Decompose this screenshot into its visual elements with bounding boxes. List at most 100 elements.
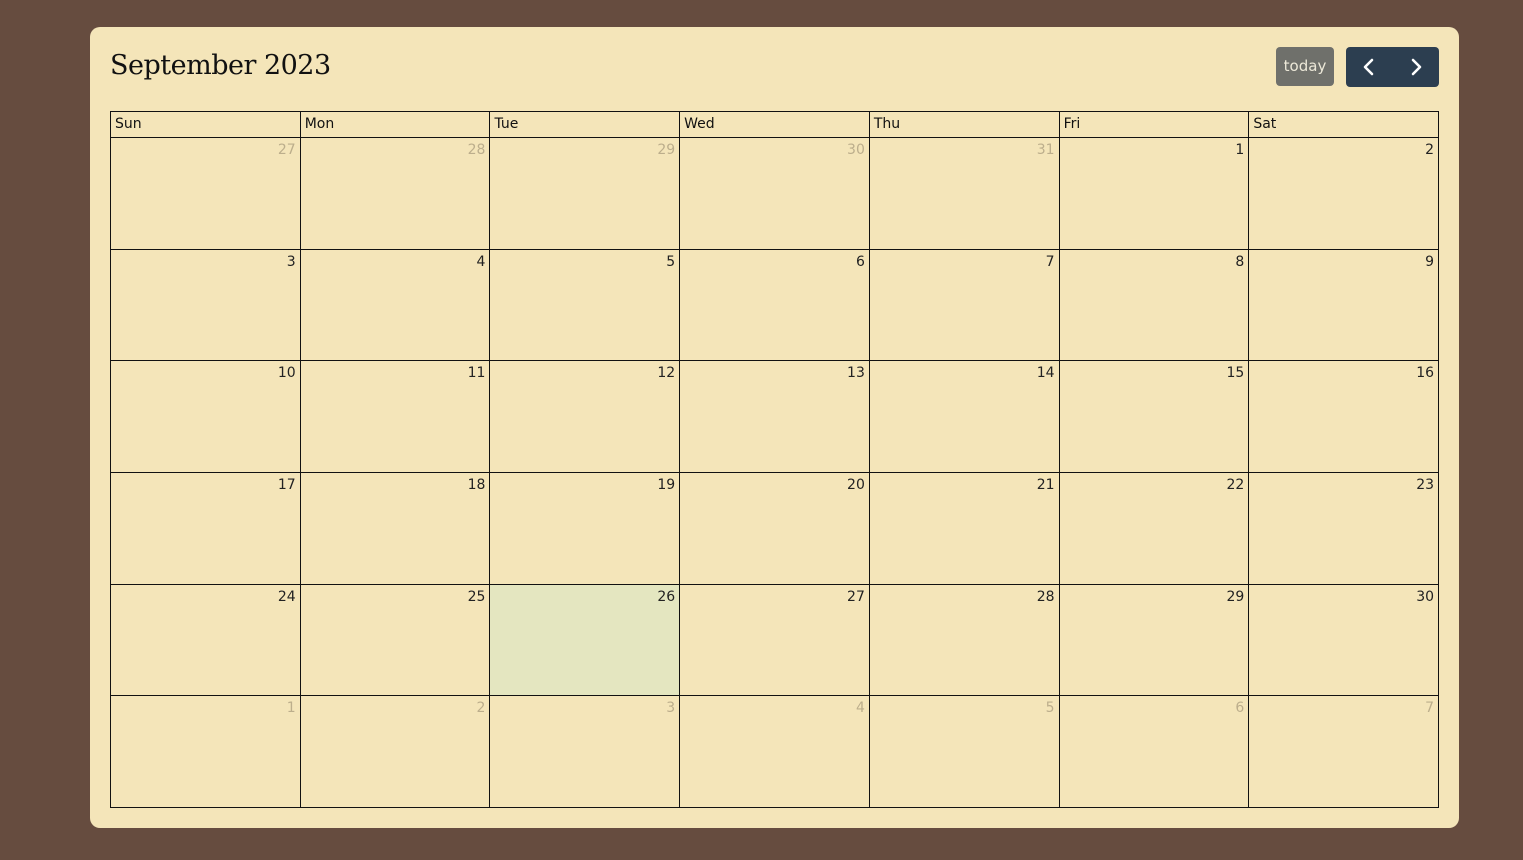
day-cell[interactable]: 7 [870, 249, 1060, 361]
day-number[interactable]: 17 [278, 477, 296, 493]
day-number[interactable]: 7 [1425, 700, 1434, 716]
day-cell[interactable]: 16 [1249, 361, 1438, 472]
day-number[interactable]: 30 [1416, 589, 1434, 605]
day-cell[interactable]: 9 [1249, 250, 1438, 361]
chevron-left-icon [1363, 58, 1374, 76]
day-number[interactable]: 1 [1235, 142, 1244, 158]
day-cell[interactable]: 28 [870, 584, 1060, 696]
day-cell[interactable]: 3 [490, 696, 681, 808]
week-row: 3 4 5 6 7 8 9 [111, 249, 1438, 362]
prev-month-button[interactable] [1346, 47, 1393, 87]
day-cell[interactable]: 8 [1060, 249, 1250, 361]
day-cell[interactable]: 10 [111, 361, 301, 473]
day-number[interactable]: 5 [666, 254, 675, 270]
day-cell[interactable]: 18 [301, 473, 491, 584]
weekday-header-row: Sun Mon Tue Wed Thu Fri Sat [111, 112, 1438, 138]
day-number[interactable]: 11 [468, 365, 486, 381]
day-cell[interactable]: 13 [680, 361, 870, 473]
day-number[interactable]: 10 [278, 365, 296, 381]
day-cell[interactable]: 28 [301, 138, 491, 249]
day-cell[interactable]: 2 [301, 696, 491, 808]
day-number[interactable]: 26 [657, 589, 675, 605]
day-number[interactable]: 7 [1046, 254, 1055, 270]
day-cell[interactable]: 4 [301, 249, 491, 361]
day-number[interactable]: 31 [1037, 142, 1055, 158]
day-cell[interactable]: 17 [111, 473, 301, 584]
week-row: 1 2 3 4 5 6 7 [111, 696, 1438, 808]
day-number[interactable]: 13 [847, 365, 865, 381]
week-row: 27 28 29 30 31 1 2 [111, 138, 1438, 250]
weekday-header: Thu [870, 112, 1060, 137]
day-number[interactable]: 14 [1037, 365, 1055, 381]
today-button[interactable]: today [1276, 47, 1334, 86]
day-cell[interactable]: 1 [1060, 138, 1250, 249]
day-cell[interactable]: 3 [111, 249, 301, 361]
day-number[interactable]: 4 [477, 254, 486, 270]
day-cell[interactable]: 27 [111, 138, 301, 249]
day-cell[interactable]: 7 [1249, 696, 1438, 807]
day-cell[interactable]: 11 [301, 361, 491, 473]
day-number[interactable]: 6 [1235, 700, 1244, 716]
day-number[interactable]: 20 [847, 477, 865, 493]
month-grid: Sun Mon Tue Wed Thu Fri Sat 27 28 29 30 31 1 2… [110, 111, 1439, 808]
day-number[interactable]: 5 [1046, 700, 1055, 716]
day-cell[interactable]: 14 [870, 361, 1060, 473]
day-cell[interactable]: 12 [490, 361, 681, 473]
week-row: 24 25 26 27 28 29 30 [111, 584, 1438, 697]
day-number[interactable]: 4 [856, 700, 865, 716]
day-number[interactable]: 8 [1235, 254, 1244, 270]
day-number[interactable]: 18 [468, 477, 486, 493]
day-cell[interactable]: 30 [1249, 585, 1438, 696]
day-number[interactable]: 2 [1425, 142, 1434, 158]
day-cell[interactable]: 6 [1060, 696, 1250, 808]
day-number[interactable]: 29 [657, 142, 675, 158]
day-number[interactable]: 28 [1037, 589, 1055, 605]
week-row: 10 11 12 13 14 15 16 [111, 361, 1438, 474]
day-number[interactable]: 30 [847, 142, 865, 158]
day-number[interactable]: 21 [1037, 477, 1055, 493]
day-cell[interactable]: 6 [680, 249, 870, 361]
day-number[interactable]: 12 [657, 365, 675, 381]
day-cell[interactable]: 21 [870, 473, 1060, 584]
day-number[interactable]: 22 [1226, 477, 1244, 493]
day-number[interactable]: 15 [1226, 365, 1244, 381]
day-number[interactable]: 27 [278, 142, 296, 158]
day-number[interactable]: 29 [1226, 589, 1244, 605]
weekday-header: Mon [301, 112, 491, 137]
day-number[interactable]: 28 [468, 142, 486, 158]
day-number[interactable]: 6 [856, 254, 865, 270]
day-number[interactable]: 9 [1425, 254, 1434, 270]
day-cell[interactable]: 1 [111, 696, 301, 808]
day-number[interactable]: 2 [477, 700, 486, 716]
day-number[interactable]: 16 [1416, 365, 1434, 381]
day-cell[interactable]: 15 [1060, 361, 1250, 473]
day-cell[interactable]: 27 [680, 584, 870, 696]
day-cell[interactable]: 30 [680, 138, 870, 249]
day-cell[interactable]: 24 [111, 584, 301, 696]
day-cell[interactable]: 29 [1060, 584, 1250, 696]
day-cell[interactable]: 5 [870, 696, 1060, 808]
day-cell[interactable]: 22 [1060, 473, 1250, 584]
day-cell[interactable]: 25 [301, 584, 491, 696]
day-cell[interactable]: 20 [680, 473, 870, 584]
day-number[interactable]: 1 [287, 700, 296, 716]
day-number[interactable]: 23 [1416, 477, 1434, 493]
day-cell[interactable]: 31 [870, 138, 1060, 249]
day-number[interactable]: 3 [666, 700, 675, 716]
next-month-button[interactable] [1393, 47, 1440, 87]
day-cell-today[interactable]: 26 [490, 584, 681, 696]
day-number[interactable]: 24 [278, 589, 296, 605]
day-cell[interactable]: 5 [490, 249, 681, 361]
weekday-header: Wed [680, 112, 870, 137]
day-cell[interactable]: 29 [490, 138, 681, 249]
day-cell[interactable]: 4 [680, 696, 870, 808]
day-cell[interactable]: 19 [490, 473, 681, 584]
weekday-header: Sun [111, 112, 301, 137]
day-number[interactable]: 27 [847, 589, 865, 605]
day-number[interactable]: 3 [287, 254, 296, 270]
day-number[interactable]: 19 [657, 477, 675, 493]
day-cell[interactable]: 23 [1249, 473, 1438, 584]
day-cell[interactable]: 2 [1249, 138, 1438, 249]
day-number[interactable]: 25 [468, 589, 486, 605]
calendar-panel: September 2023 today Sun Mon Tue Wed Thu… [90, 27, 1459, 828]
